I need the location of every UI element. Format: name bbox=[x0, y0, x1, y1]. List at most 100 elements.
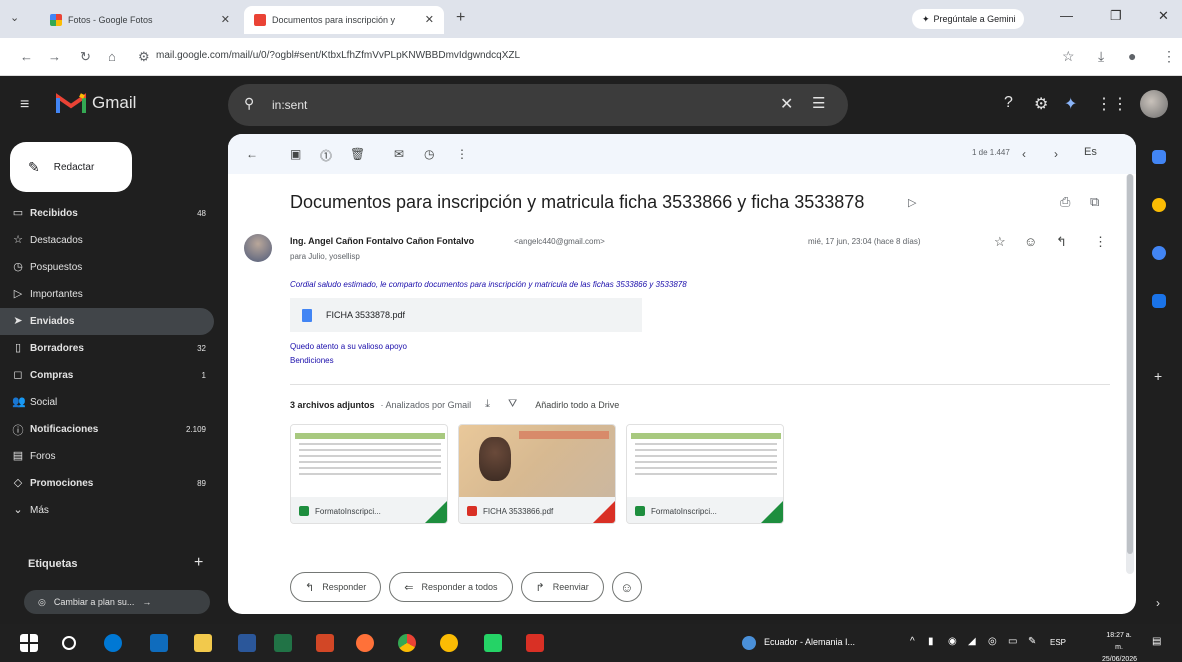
drive-icon[interactable]: ⛛ bbox=[508, 398, 517, 411]
site-info-icon[interactable]: ⚙ bbox=[138, 49, 150, 65]
open-new-window-icon[interactable]: ⧉ bbox=[1090, 194, 1099, 210]
calendar-icon[interactable] bbox=[1152, 150, 1166, 164]
mark-unread-icon[interactable]: ✉ bbox=[394, 147, 404, 161]
snooze-icon[interactable]: ◷ bbox=[424, 147, 434, 161]
scrollbar[interactable] bbox=[1126, 174, 1134, 574]
forward-icon[interactable]: → bbox=[48, 49, 61, 64]
keep-icon[interactable] bbox=[1152, 198, 1166, 212]
account-avatar[interactable] bbox=[1140, 90, 1168, 118]
tab-gmail[interactable]: Documentos para inscripción y ✕ bbox=[244, 6, 444, 34]
sidebar-item-destacados[interactable]: ☆ Destacados bbox=[0, 227, 214, 254]
whatsapp-icon[interactable] bbox=[484, 634, 502, 652]
volume-icon[interactable]: ◢ bbox=[968, 636, 976, 647]
firefox-icon[interactable] bbox=[356, 634, 374, 652]
reply-button[interactable]: ↰ Responder bbox=[290, 572, 382, 602]
weather-icon[interactable] bbox=[742, 636, 756, 650]
pen-tray-icon[interactable]: ✎ bbox=[1028, 636, 1036, 647]
app-yellow-icon[interactable] bbox=[440, 634, 458, 652]
clear-search-icon[interactable]: ✕ bbox=[780, 94, 793, 114]
add-all-to-drive-link[interactable]: Añadirlo todo a Drive bbox=[535, 400, 619, 410]
back-to-list-icon[interactable]: ← bbox=[246, 147, 258, 161]
label-important-icon[interactable]: ▷ bbox=[908, 196, 916, 209]
chrome-icon[interactable] bbox=[398, 634, 416, 652]
search-options-icon[interactable]: ☰ bbox=[812, 94, 825, 112]
url-field[interactable]: mail.google.com/mail/u/0/?ogbl#sent/Ktbx… bbox=[156, 50, 520, 61]
location-icon[interactable]: ◎ bbox=[988, 636, 997, 647]
search-icon[interactable]: ⚲ bbox=[244, 95, 254, 112]
powerpoint-icon[interactable] bbox=[316, 634, 334, 652]
compose-button[interactable]: ✎ Redactar bbox=[10, 142, 132, 192]
main-menu-icon[interactable]: ≡ bbox=[20, 96, 29, 114]
more-options-icon[interactable]: ⋮ bbox=[1094, 234, 1107, 250]
battery-icon[interactable]: ▮ bbox=[928, 636, 934, 647]
download-all-icon[interactable]: ⤓ bbox=[485, 398, 490, 411]
sidebar-item-foros[interactable]: ▤ Foros bbox=[0, 443, 214, 470]
bookmark-star-icon[interactable]: ☆ bbox=[1062, 48, 1075, 65]
reload-icon[interactable]: ↻ bbox=[80, 49, 91, 65]
forward-button[interactable]: ↱ Reenviar bbox=[520, 572, 604, 602]
minimize-icon[interactable]: — bbox=[1060, 8, 1073, 23]
search-input[interactable] bbox=[272, 94, 752, 116]
sender-avatar[interactable] bbox=[244, 234, 272, 262]
acrobat-icon[interactable] bbox=[526, 634, 544, 652]
reply-all-button[interactable]: ⇐ Responder a todos bbox=[389, 572, 513, 602]
emoji-react-button[interactable]: ☺ bbox=[611, 572, 642, 602]
emoji-react-icon[interactable]: ☺ bbox=[1024, 234, 1037, 249]
archive-icon[interactable]: ▣ bbox=[290, 147, 301, 161]
back-icon[interactable]: ← bbox=[20, 49, 33, 64]
sidebar-item-pospuestos[interactable]: ◷ Pospuestos bbox=[0, 254, 214, 281]
sidebar-item-enviados[interactable]: ➤ Enviados bbox=[0, 308, 214, 335]
scrollbar-thumb[interactable] bbox=[1127, 174, 1133, 554]
sidebar-item-mas[interactable]: ⌄ Más bbox=[0, 497, 214, 524]
help-icon[interactable]: ? bbox=[1004, 94, 1013, 112]
ask-gemini-button[interactable]: ✦ Pregúntale a Gemini bbox=[912, 9, 1024, 29]
store-icon[interactable] bbox=[150, 634, 168, 652]
new-tab-button[interactable]: + bbox=[456, 9, 465, 27]
keyboard-lang[interactable]: ESP bbox=[1050, 638, 1066, 647]
tab-search-icon[interactable]: ⌄ bbox=[10, 11, 19, 24]
close-tab-icon[interactable]: ✕ bbox=[425, 13, 434, 26]
contacts-icon[interactable] bbox=[1152, 294, 1166, 308]
reply-icon[interactable]: ↰ bbox=[1056, 234, 1067, 250]
attachment-card[interactable]: FICHA 3533866.pdf bbox=[458, 424, 616, 524]
close-window-icon[interactable]: ✕ bbox=[1158, 8, 1169, 24]
notifications-icon[interactable]: ▤ bbox=[1152, 636, 1161, 647]
sidebar-item-borradores[interactable]: ▯ Borradores 32 bbox=[0, 335, 214, 362]
tab-fotos[interactable]: Fotos - Google Fotos ✕ bbox=[40, 6, 240, 34]
add-addon-icon[interactable]: + bbox=[1154, 368, 1162, 384]
settings-gear-icon[interactable]: ⚙ bbox=[1034, 94, 1048, 114]
prev-email-icon[interactable]: ‹ bbox=[1022, 147, 1026, 161]
delete-icon[interactable]: 🗑 bbox=[350, 147, 365, 161]
recipients[interactable]: para Julio, yosellisp bbox=[290, 252, 360, 261]
hide-panel-icon[interactable]: › bbox=[1156, 596, 1160, 610]
word-icon[interactable] bbox=[238, 634, 256, 652]
inline-attachment-chip[interactable]: FICHA 3533878.pdf bbox=[290, 298, 642, 332]
gmail-logo[interactable]: Gmail bbox=[56, 92, 136, 114]
edge-icon[interactable] bbox=[104, 634, 122, 652]
taskbar-clock[interactable]: 18:27 a. m. 25/06/2026 bbox=[1102, 630, 1137, 662]
sidebar-item-notificaciones[interactable]: ⓘ Notificaciones 2.109 bbox=[0, 416, 214, 443]
gemini-sparkle-icon[interactable]: ✦ bbox=[1064, 94, 1077, 114]
star-icon[interactable]: ☆ bbox=[994, 234, 1006, 250]
home-icon[interactable]: ⌂ bbox=[108, 49, 116, 64]
weather-news-text[interactable]: Ecuador - Alemania I... bbox=[764, 637, 855, 647]
sidebar-item-promociones[interactable]: ◇ Promociones 89 bbox=[0, 470, 214, 497]
profile-icon[interactable]: ● bbox=[1128, 48, 1136, 64]
input-tools-button[interactable]: Es bbox=[1084, 146, 1097, 158]
attachment-card[interactable]: FormatoInscripci... bbox=[290, 424, 448, 524]
restore-icon[interactable]: ❐ bbox=[1110, 8, 1122, 24]
report-spam-icon[interactable]: ⓵ bbox=[320, 147, 332, 164]
sidebar-item-recibidos[interactable]: ▭ Recibidos 48 bbox=[0, 200, 214, 227]
download-icon[interactable]: ⤓ bbox=[1098, 48, 1104, 65]
add-label-icon[interactable]: + bbox=[194, 554, 203, 572]
display-icon[interactable]: ▭ bbox=[1008, 636, 1017, 647]
browser-menu-icon[interactable]: ⋮ bbox=[1162, 48, 1176, 65]
more-actions-icon[interactable]: ⋮ bbox=[456, 147, 468, 161]
sidebar-item-compras[interactable]: ◻ Compras 1 bbox=[0, 362, 214, 389]
apps-grid-icon[interactable]: ⋮⋮ bbox=[1096, 94, 1128, 114]
sidebar-item-importantes[interactable]: ▷ Importantes bbox=[0, 281, 214, 308]
close-tab-icon[interactable]: ✕ bbox=[221, 13, 230, 26]
network-icon[interactable]: ◉ bbox=[948, 636, 957, 647]
search-taskbar-icon[interactable] bbox=[62, 636, 76, 650]
upgrade-plan-button[interactable]: ◎ Cambiar a plan su... → bbox=[24, 590, 210, 614]
